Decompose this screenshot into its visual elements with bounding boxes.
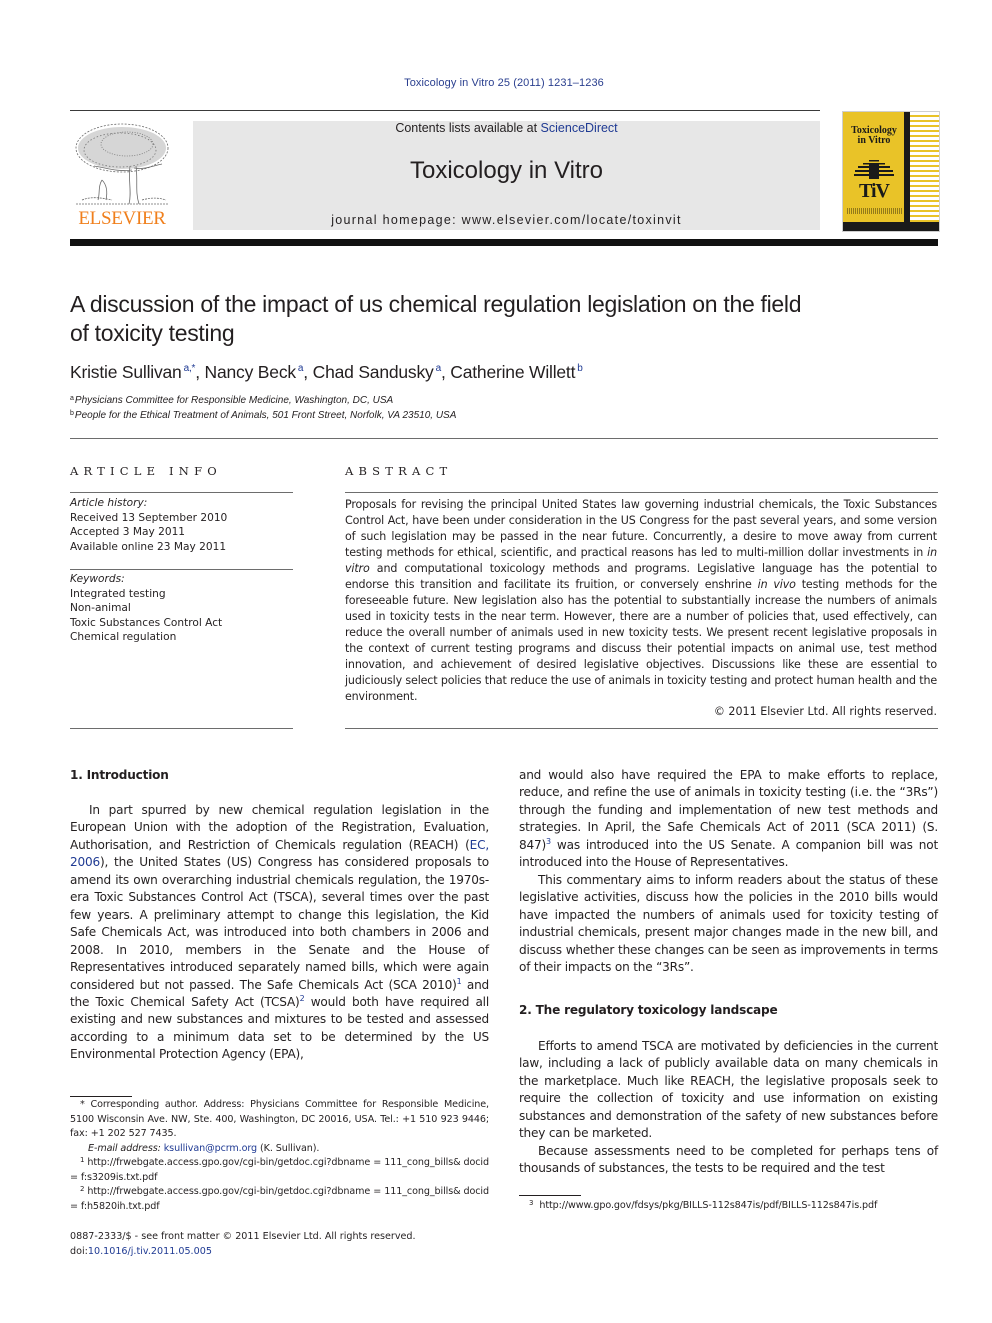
paragraph: Because assessments need to be completed… <box>519 1143 938 1176</box>
footnote-mark: 2 <box>80 1185 85 1193</box>
keyword: Non-animal <box>70 602 131 614</box>
affiliation-mark: b <box>70 410 74 417</box>
email-label: E-mail address: <box>88 1142 164 1154</box>
abstract-part: Proposals for revising the principal Uni… <box>345 498 937 559</box>
cover-spine <box>904 112 910 222</box>
issn-line: 0887-2333/$ - see front matter © 2011 El… <box>70 1231 416 1242</box>
abstract-rule <box>345 492 938 493</box>
author-name[interactable]: Chad Sandusky <box>313 362 434 382</box>
history-label: Article history: <box>70 497 148 509</box>
article-title: A discussion of the impact of us chemica… <box>70 290 930 348</box>
keywords: Keywords: Integrated testing Non-animal … <box>70 572 295 645</box>
elsevier-wordmark: ELSEVIER <box>78 208 166 229</box>
footnote-mark: 3 <box>529 1199 534 1207</box>
footnote-1: 1 http://frwebgate.access.gpo.gov/cgi-bi… <box>70 1156 489 1185</box>
author-name[interactable]: Kristie Sullivan <box>70 362 182 382</box>
keywords-rule <box>70 569 293 570</box>
abstract-italic: in vivo <box>757 578 796 591</box>
article-history: Article history: Received 13 September 2… <box>70 496 295 554</box>
article-info-label: ARTICLE INFO <box>70 464 222 478</box>
journal-cover-thumbnail[interactable]: Toxicology in Vitro TiV <box>842 111 940 232</box>
paragraph: In part spurred by new chemical regulati… <box>70 802 489 1064</box>
history-accepted: Accepted 3 May 2011 <box>70 526 186 538</box>
footnote-url[interactable]: http://frwebgate.access.gpo.gov/cgi-bin/… <box>70 1157 489 1183</box>
cover-tiv-mark: TiV <box>859 180 890 202</box>
introduction-body: In part spurred by new chemical regulati… <box>70 802 489 1064</box>
doi-prefix: doi: <box>70 1245 88 1257</box>
history-online: Available online 23 May 2011 <box>70 540 227 553</box>
doi-link[interactable]: 10.1016/j.tiv.2011.05.005 <box>88 1246 212 1257</box>
section-heading-introduction: 1. Introduction <box>70 768 169 782</box>
journal-citation-link[interactable]: Toxicology in Vitro 25 (2011) 1231–1236 <box>0 77 992 89</box>
contents-prefix: Contents lists available at <box>395 121 541 135</box>
elsevier-tree-icon <box>75 123 169 205</box>
footnote-corresponding: * Corresponding author. Address: Physici… <box>70 1099 489 1139</box>
contents-line: Contents lists available at ScienceDirec… <box>193 121 820 135</box>
author-separator: , <box>440 362 451 382</box>
elsevier-logo[interactable]: ELSEVIER <box>70 116 174 234</box>
regulatory-landscape-body: Efforts to amend TSCA are motivated by d… <box>519 1038 938 1178</box>
footnote-3: 3 http://www.gpo.gov/fdsys/pkg/BILLS-112s… <box>519 1199 938 1211</box>
author-name[interactable]: Nancy Beck <box>205 362 297 382</box>
keyword: Integrated testing <box>70 587 166 600</box>
footnote-mark: 1 <box>80 1156 85 1164</box>
text-run: In part spurred by new chemical regulati… <box>70 803 489 852</box>
cover-title-line2: in Vitro <box>857 135 891 146</box>
article-title-line2: of toxicity testing <box>70 320 235 346</box>
abstract-part: testing methods for the foreseeable futu… <box>345 578 937 703</box>
email-link[interactable]: ksullivan@pcrm.org <box>164 1143 257 1154</box>
affiliation-text: People for the Ethical Treatment of Anim… <box>74 410 457 421</box>
journal-banner: Contents lists available at ScienceDirec… <box>193 121 820 230</box>
title-divider <box>70 438 938 439</box>
footnote-2: 2 http://frwebgate.access.gpo.gov/cgi-bi… <box>70 1185 489 1214</box>
keyword: Toxic Substances Control Act <box>70 616 223 629</box>
keyword: Chemical regulation <box>70 631 177 643</box>
section-heading-regulatory-landscape: 2. The regulatory toxicology landscape <box>519 1003 778 1017</box>
author-separator: , <box>195 362 205 382</box>
article-info-bottom-rule <box>70 728 293 729</box>
cover-bottom-band <box>843 222 939 231</box>
footnote-rule <box>519 1195 581 1196</box>
cover-stripes <box>910 112 939 222</box>
doi-line: doi:10.1016/j.tiv.2011.05.005 <box>70 1245 490 1260</box>
footnote-rule <box>70 1096 132 1097</box>
affiliation-mark: a <box>70 395 74 402</box>
paragraph: and would also have required the EPA to … <box>519 767 938 872</box>
journal-title: Toxicology in Vitro <box>410 157 603 184</box>
article-info-rule <box>70 492 293 493</box>
footnote-url[interactable]: http://www.gpo.gov/fdsys/pkg/BILLS-112s8… <box>539 1200 877 1211</box>
author-affiliation-mark[interactable]: b <box>577 363 583 374</box>
keywords-label: Keywords: <box>70 573 125 585</box>
paragraph: This commentary aims to inform readers a… <box>519 872 938 974</box>
front-matter: 0887-2333/$ - see front matter © 2011 El… <box>70 1230 490 1259</box>
cover-title: Toxicology in Vitro <box>845 126 903 146</box>
author-name[interactable]: Catherine Willett <box>450 362 575 382</box>
text-run: was introduced into the US Senate. A com… <box>519 837 938 870</box>
email-suffix: (K. Sullivan). <box>257 1142 320 1154</box>
text-run: ), the United States (US) Congress has c… <box>70 855 489 992</box>
abstract-copyright: © 2011 Elsevier Ltd. All rights reserved… <box>713 705 937 718</box>
author-affiliation-mark[interactable]: a,* <box>184 363 196 374</box>
footnote-email: E-mail address: ksullivan@pcrm.org (K. S… <box>70 1142 489 1157</box>
history-received: Received 13 September 2010 <box>70 511 228 524</box>
footnotes-left: * Corresponding author. Address: Physici… <box>70 1098 489 1214</box>
sciencedirect-link[interactable]: ScienceDirect <box>541 121 618 135</box>
cover-fine-print <box>847 208 902 214</box>
affiliation-a: aPhysicians Committee for Responsible Me… <box>70 395 393 406</box>
footnote-url[interactable]: http://frwebgate.access.gpo.gov/cgi-bin/… <box>70 1186 489 1212</box>
introduction-body-continued: and would also have required the EPA to … <box>519 767 938 976</box>
author-separator: , <box>303 362 313 382</box>
paragraph: Efforts to amend TSCA are motivated by d… <box>519 1039 938 1141</box>
affiliation-b: bPeople for the Ethical Treatment of Ani… <box>70 410 456 421</box>
header-rule <box>70 110 820 111</box>
abstract-text: Proposals for revising the principal Uni… <box>345 497 937 705</box>
header-thick-rule <box>70 239 938 246</box>
abstract-bottom-rule <box>345 728 938 729</box>
journal-homepage[interactable]: journal homepage: www.elsevier.com/locat… <box>193 213 820 227</box>
abstract-label: ABSTRACT <box>345 464 453 478</box>
author-list: Kristie Sullivan a,*, Nancy Beck a, Chad S… <box>70 362 930 383</box>
article-title-line1: A discussion of the impact of us chemica… <box>70 291 802 317</box>
affiliation-text: Physicians Committee for Responsible Med… <box>74 395 394 406</box>
